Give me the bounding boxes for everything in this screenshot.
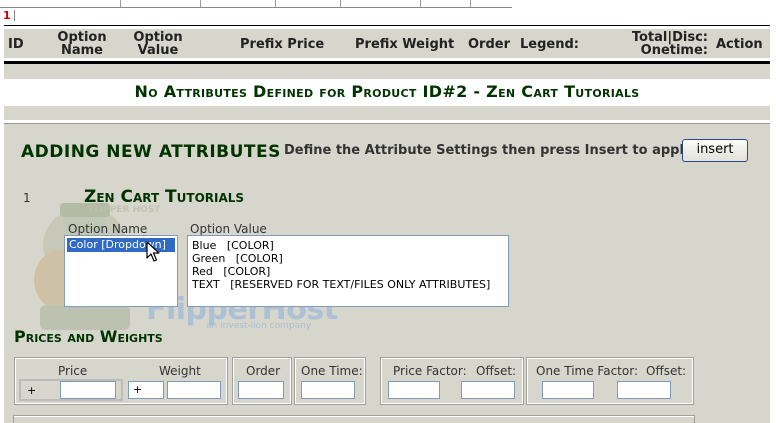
option-value-item[interactable]: TEXT [RESERVED FOR TEXT/FILES ONLY ATTRI… bbox=[192, 278, 490, 291]
separator-band bbox=[4, 64, 770, 79]
price-input[interactable] bbox=[60, 381, 116, 399]
option-name-listbox[interactable]: Color [Dropdown] bbox=[64, 235, 178, 307]
price-factor-offset-input[interactable] bbox=[461, 381, 515, 399]
price-prefix: + bbox=[27, 384, 37, 397]
column-divider bbox=[340, 0, 341, 7]
price-weight-group: Price + Weight + bbox=[14, 357, 228, 405]
weight-input[interactable] bbox=[167, 381, 221, 399]
option-value-label: Option Value bbox=[190, 222, 267, 236]
order-input[interactable] bbox=[238, 381, 284, 399]
header-prefix-price: Prefix Price bbox=[240, 37, 325, 52]
order-label: Order bbox=[246, 364, 281, 378]
one-time-factor-input[interactable] bbox=[542, 381, 594, 399]
option-value-listbox[interactable]: Blue [COLOR] Green [COLOR] Red [COLOR] T… bbox=[187, 235, 509, 307]
header-option-value-line2: Value bbox=[137, 43, 179, 58]
one-time-label: One Time: bbox=[301, 364, 363, 378]
header-top-rule bbox=[4, 25, 770, 26]
insert-button[interactable]: insert bbox=[682, 139, 748, 162]
one-time-input[interactable] bbox=[301, 381, 355, 399]
header-option-value: Option Value bbox=[128, 31, 188, 57]
price-factor-group: Price Factor: Offset: bbox=[380, 357, 524, 405]
header-legend: Legend: bbox=[520, 37, 579, 52]
weight-prefix: + bbox=[133, 383, 143, 396]
mouse-pointer-icon bbox=[146, 241, 160, 266]
one-time-factor-group: One Time Factor: Offset: bbox=[526, 357, 694, 405]
header-prefix-weight: Prefix Weight bbox=[355, 37, 455, 52]
watermark-tagline: an invest-lion company bbox=[206, 321, 312, 331]
pagination-current-page[interactable]: 1 bbox=[3, 9, 11, 22]
weight-prefix-input[interactable]: + bbox=[128, 381, 164, 399]
option-name-label: Option Name bbox=[68, 222, 148, 236]
option-value-item[interactable]: Red [COLOR] bbox=[192, 265, 270, 278]
prices-and-weights-title: Prices and Weights bbox=[14, 327, 163, 346]
header-action: Action bbox=[716, 37, 763, 52]
attributes-table-header: ID Option Name Option Value Prefix Price… bbox=[4, 29, 770, 58]
column-divider bbox=[120, 0, 121, 7]
adding-new-attributes-title: ADDING NEW ATTRIBUTES bbox=[21, 142, 281, 162]
column-divider bbox=[470, 0, 471, 7]
no-attributes-message: No Attributes Defined for Product ID#2 -… bbox=[134, 82, 640, 101]
one-time-factor-offset-input[interactable] bbox=[617, 381, 671, 399]
header-option-name: Option Name bbox=[52, 31, 112, 57]
pagination-separator bbox=[14, 10, 15, 21]
header-total-disc-line2: Onetime: bbox=[640, 43, 708, 58]
option-value-item[interactable]: Green [COLOR] bbox=[192, 252, 283, 265]
option-value-item[interactable]: Blue [COLOR] bbox=[192, 239, 274, 252]
one-time-group: One Time: bbox=[294, 357, 366, 405]
price-factor-input[interactable] bbox=[388, 381, 440, 399]
top-table-remnant bbox=[0, 0, 512, 8]
order-group: Order bbox=[232, 357, 292, 405]
price-label: Price bbox=[58, 364, 88, 378]
product-name-heading: Zen Cart Tutorials bbox=[84, 187, 245, 207]
product-row-number: 1 bbox=[23, 191, 31, 205]
insert-instruction: Define the Attribute Settings then press… bbox=[284, 143, 693, 158]
separator-band bbox=[4, 106, 770, 120]
header-total-disc: Total|Disc: Onetime: bbox=[628, 31, 708, 57]
column-divider bbox=[200, 0, 201, 7]
column-divider bbox=[420, 0, 421, 7]
weight-label: Weight bbox=[159, 364, 201, 378]
one-time-factor-label: One Time Factor: bbox=[536, 364, 638, 378]
header-option-name-line2: Name bbox=[60, 43, 103, 58]
offset-label: Offset: bbox=[476, 364, 517, 378]
offset-label-2: Offset: bbox=[646, 364, 687, 378]
column-divider bbox=[275, 0, 276, 7]
header-order: Order bbox=[468, 37, 510, 52]
header-id: ID bbox=[8, 37, 24, 52]
price-factor-label: Price Factor: bbox=[393, 364, 467, 378]
